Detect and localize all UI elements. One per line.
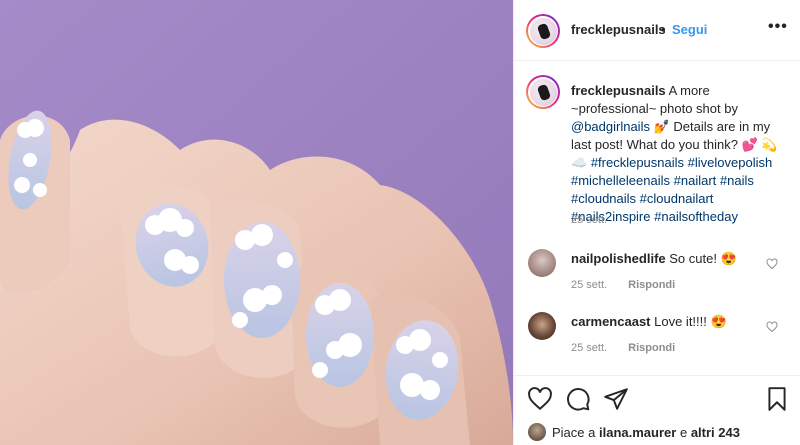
liker-avatar[interactable] bbox=[528, 423, 546, 441]
post-photo[interactable] bbox=[0, 0, 513, 445]
commenter-username[interactable]: carmencaast bbox=[571, 314, 651, 329]
separator-dot: • bbox=[661, 22, 666, 37]
likes-summary: Piace a ilana.maurer e altri 243 bbox=[528, 421, 740, 443]
caption-link[interactable]: #cloudnailart bbox=[640, 191, 714, 206]
follow-button[interactable]: Segui bbox=[672, 22, 707, 37]
commenter-avatar[interactable] bbox=[528, 249, 556, 277]
caption-link[interactable]: @badgirlnails bbox=[571, 119, 650, 134]
liker-username[interactable]: ilana.maurer bbox=[599, 425, 676, 440]
more-options-button[interactable]: ••• bbox=[768, 18, 788, 36]
post-side-panel: frecklepusnails • Segui ••• frecklepusna… bbox=[513, 0, 800, 445]
comment-item: carmencaast Love it!!!! 😍 25 sett. Rispo… bbox=[514, 308, 800, 368]
comment-meta: 25 sett. Rispondi bbox=[571, 279, 693, 291]
likes-middle: e bbox=[679, 424, 688, 440]
caption-link[interactable]: #frecklepusnails bbox=[591, 155, 684, 170]
comment-text: carmencaast Love it!!!! 😍 bbox=[571, 314, 727, 330]
comment-time: 25 sett. bbox=[571, 279, 608, 291]
bookmark-icon[interactable] bbox=[764, 386, 790, 412]
caption-link[interactable]: #cloudnails bbox=[571, 191, 636, 206]
caption-timestamp: 25 sett. bbox=[571, 214, 608, 226]
commenter-username[interactable]: nailpolishedlife bbox=[571, 251, 666, 266]
caption-link[interactable]: #nails bbox=[720, 173, 754, 188]
likes-others[interactable]: altri 243 bbox=[691, 425, 740, 440]
commenter-avatar[interactable] bbox=[528, 312, 556, 340]
nail-art-photo bbox=[0, 0, 513, 445]
comment-item: nailpolishedlife So cute! 😍 25 sett. Ris… bbox=[514, 245, 800, 305]
comment-body: Love it!!!! 😍 bbox=[654, 314, 727, 329]
likes-prefix: Piace a bbox=[552, 424, 596, 440]
post-actions-bar: Piace a ilana.maurer e altri 243 bbox=[514, 375, 800, 445]
author-avatar[interactable] bbox=[526, 14, 560, 48]
caption-link[interactable]: #nailart bbox=[674, 173, 717, 188]
reply-button[interactable]: Rispondi bbox=[628, 279, 675, 291]
caption-link[interactable]: #michelleleenails bbox=[571, 173, 670, 188]
author-avatar-image bbox=[529, 17, 557, 45]
caption-avatar-image bbox=[529, 78, 557, 106]
author-username[interactable]: frecklepusnails bbox=[571, 22, 666, 37]
comment-time: 25 sett. bbox=[571, 342, 608, 354]
comment-text: nailpolishedlife So cute! 😍 bbox=[571, 251, 737, 267]
heart-icon[interactable] bbox=[527, 386, 553, 412]
like-comment-heart-icon[interactable] bbox=[766, 321, 778, 333]
share-icon[interactable] bbox=[603, 386, 629, 412]
caption-link[interactable]: #livelovepolish bbox=[688, 155, 773, 170]
caption-link[interactable]: #nailsoftheday bbox=[654, 209, 738, 224]
caption-username[interactable]: frecklepusnails bbox=[571, 83, 666, 98]
comment-body: So cute! 😍 bbox=[669, 251, 737, 266]
post-caption: frecklepusnails A more ~professional~ ph… bbox=[571, 82, 786, 226]
comment-icon[interactable] bbox=[565, 386, 591, 412]
post-header: frecklepusnails • Segui ••• bbox=[514, 0, 800, 61]
like-comment-heart-icon[interactable] bbox=[766, 258, 778, 270]
reply-button[interactable]: Rispondi bbox=[628, 342, 675, 354]
caption-author-avatar[interactable] bbox=[526, 75, 560, 109]
comment-meta: 25 sett. Rispondi bbox=[571, 342, 693, 354]
caption-text: A more ~professional~ photo shot by @bad… bbox=[571, 83, 778, 224]
